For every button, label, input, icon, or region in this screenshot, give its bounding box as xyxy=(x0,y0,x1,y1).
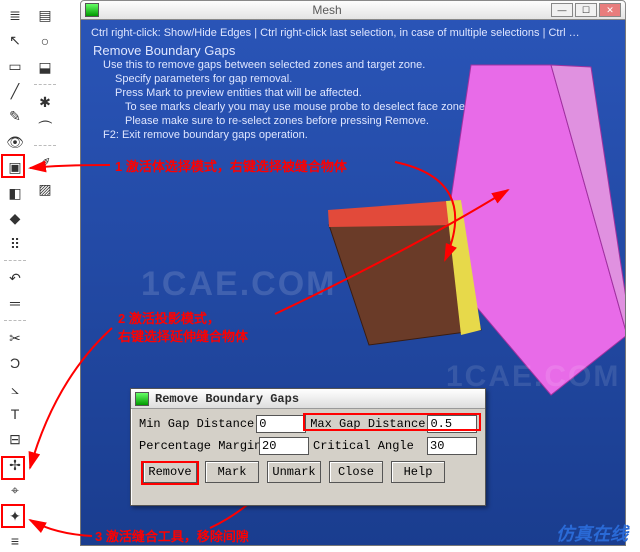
separator xyxy=(4,260,26,261)
cylinder-icon[interactable]: ⬓ xyxy=(34,56,56,78)
undo-icon[interactable]: ↶ xyxy=(4,267,26,288)
app-icon xyxy=(135,392,149,406)
tree-icon[interactable]: ⊟ xyxy=(4,429,26,450)
help-button[interactable]: Help xyxy=(391,461,445,483)
annotation-2-line2: 右键选择延伸缝合物体 xyxy=(118,329,248,344)
box3d-icon[interactable]: ▨ xyxy=(34,178,56,200)
sketch-icon[interactable]: ✎ xyxy=(4,106,26,127)
sphere-icon[interactable]: ○ xyxy=(34,30,56,52)
app-icon xyxy=(85,3,99,17)
close-button[interactable]: ✕ xyxy=(599,3,621,17)
window-titlebar: Mesh — ☐ ✕ xyxy=(80,0,626,20)
annotation-2-line1: 2 激活投影模式， xyxy=(118,311,220,326)
highlight-max-gap xyxy=(303,413,481,431)
text-icon[interactable]: T xyxy=(4,403,26,424)
critical-angle-input[interactable] xyxy=(427,437,477,455)
highlight-target-tool xyxy=(1,456,25,480)
highlight-remove-btn xyxy=(141,461,199,485)
separator xyxy=(4,320,26,321)
pct-margin-label: Percentage Margin xyxy=(139,439,257,453)
footer-brand: 仿真在线 xyxy=(556,520,628,546)
cursor-icon[interactable]: ↖ xyxy=(4,29,26,50)
watermark: 1CAE.COM xyxy=(141,265,336,304)
highlight-align-tool xyxy=(1,504,25,528)
separator xyxy=(34,145,56,146)
close-dialog-button[interactable]: Close xyxy=(329,461,383,483)
target-icon[interactable]: ⌖ xyxy=(4,480,26,501)
min-gap-input[interactable] xyxy=(256,415,306,433)
pencil-icon[interactable]: ✐ xyxy=(34,152,56,174)
annotation-1: 1 激活体选择模式，右键选择被缝合物体 xyxy=(115,158,347,176)
dialog-titlebar[interactable]: Remove Boundary Gaps xyxy=(131,389,485,409)
critical-angle-label: Critical Angle xyxy=(313,439,425,453)
angle-icon[interactable]: ⦣ xyxy=(4,378,26,399)
lashes-icon[interactable]: ⏜ xyxy=(34,117,56,139)
select-icon[interactable]: ▭ xyxy=(4,55,26,76)
simplify-icon[interactable]: ≣ xyxy=(4,4,26,25)
annotation-3: 3 激活缝合工具，移除间隙 xyxy=(95,528,249,546)
segment-icon[interactable]: ╱ xyxy=(4,80,26,101)
curve-icon[interactable]: Ɔ xyxy=(4,352,26,373)
eye-icon[interactable]: 👁 xyxy=(4,131,26,152)
dialog-remove-gaps: Remove Boundary Gaps Min Gap Distance Ma… xyxy=(130,388,486,506)
gap-icon[interactable]: ═ xyxy=(4,293,26,314)
min-gap-label: Min Gap Distance xyxy=(139,417,254,431)
unmark-button[interactable]: Unmark xyxy=(267,461,321,483)
pct-margin-input[interactable] xyxy=(259,437,309,455)
drum-icon[interactable]: ▤ xyxy=(34,4,56,26)
dots-icon[interactable]: ⠿ xyxy=(4,233,26,254)
separator xyxy=(34,84,56,85)
toolbar-secondary: ▤ ○ ⬓ ✱ ⏜ ✐ ▨ xyxy=(30,0,60,240)
shape-icon[interactable]: ◆ xyxy=(4,207,26,228)
window-title: Mesh xyxy=(105,3,549,17)
annotation-2: 2 激活投影模式， 右键选择延伸缝合物体 xyxy=(118,310,248,346)
dialog-title: Remove Boundary Gaps xyxy=(155,392,299,406)
clip-icon[interactable]: ✂ xyxy=(4,327,26,348)
cube-icon[interactable]: ◧ xyxy=(4,182,26,203)
align-icon[interactable]: ≡ xyxy=(4,530,26,551)
fan-icon[interactable]: ✱ xyxy=(34,91,56,113)
mark-button[interactable]: Mark xyxy=(205,461,259,483)
highlight-body-select xyxy=(1,154,25,178)
maximize-button[interactable]: ☐ xyxy=(575,3,597,17)
minimize-button[interactable]: — xyxy=(551,3,573,17)
